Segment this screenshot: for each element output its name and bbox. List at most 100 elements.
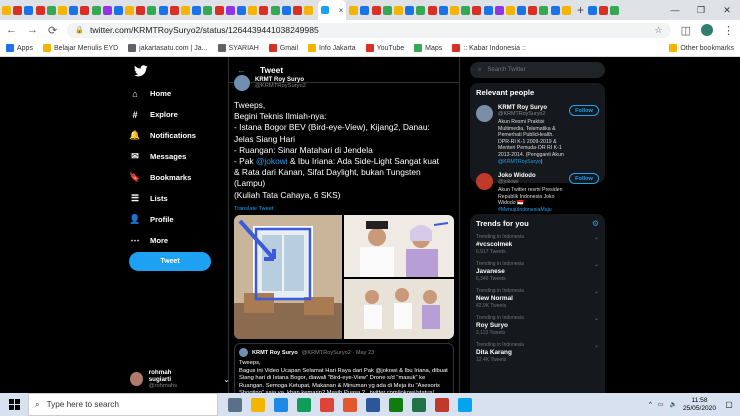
browser-tab-favicon[interactable] — [550, 5, 560, 15]
browser-tab-favicon[interactable] — [203, 5, 213, 15]
chevron-down-icon[interactable]: ⌄ — [594, 342, 599, 349]
browser-tab-favicon[interactable] — [561, 5, 571, 15]
browser-tab-favicon[interactable] — [57, 5, 67, 15]
browser-tab-favicon[interactable] — [113, 5, 123, 15]
browser-tab-favicon[interactable] — [494, 5, 504, 15]
omnibox[interactable]: 🔒 twitter.com/KRMTRoySuryo2/status/12644… — [67, 22, 671, 38]
bio-mention-link[interactable]: #MenujuIndonesiaMaju — [498, 207, 552, 213]
chevron-down-icon[interactable]: ⌄ — [594, 234, 599, 241]
browser-tab-favicon[interactable] — [270, 5, 280, 15]
forward-arrow-icon[interactable]: → — [27, 24, 38, 36]
browser-tab-favicon[interactable] — [472, 5, 482, 15]
chevron-up-icon[interactable]: ^ — [649, 402, 652, 408]
quoted-tweet[interactable]: KRMT Roy Suryo @KRMTRoySuryo2 · May 23 T… — [234, 343, 454, 393]
bookmark-item[interactable]: YouTube — [365, 44, 405, 52]
browser-tab-favicon[interactable] — [371, 5, 381, 15]
browser-tab-favicon[interactable] — [91, 5, 101, 15]
taskbar-app-icon[interactable] — [251, 397, 265, 412]
other-bookmarks[interactable]: Other bookmarks — [669, 44, 734, 52]
clock[interactable]: 11:58 25/05/2020 — [683, 397, 716, 413]
browser-tab-favicon[interactable] — [505, 5, 515, 15]
browser-tab-favicon[interactable] — [236, 5, 246, 15]
browser-tab-favicon[interactable] — [517, 5, 527, 15]
lock-icon[interactable]: 🔒 — [75, 26, 84, 34]
new-tab-button[interactable]: + — [577, 3, 584, 17]
trend-item[interactable]: Trending in Indonesia Roy Suryo 2,113 Twee… — [476, 315, 599, 336]
twitter-bird-icon[interactable] — [133, 65, 148, 80]
notification-icon[interactable]: ▢ — [722, 393, 736, 416]
browser-tab-favicon[interactable] — [181, 5, 190, 15]
bookmark-label[interactable]: Info Jakarta — [319, 45, 356, 52]
bookmark-label[interactable]: :: Kabar Indonesia :: — [463, 45, 526, 52]
search-box[interactable]: ⌕ Search Twitter — [470, 62, 605, 78]
chevron-down-icon[interactable]: ⌄ — [594, 288, 599, 295]
chevron-down-icon[interactable]: ⌄ — [594, 315, 599, 322]
browser-tab-favicon[interactable] — [24, 5, 34, 15]
volume-icon[interactable]: 🔈 — [670, 401, 677, 408]
taskbar-search[interactable]: ⌕ Type here to search — [28, 393, 218, 416]
sidebar-item-notifications[interactable]: 🔔 Notifications — [129, 125, 196, 146]
taskbar-app-icon[interactable] — [274, 397, 288, 412]
browser-tab-favicon[interactable] — [449, 5, 459, 15]
mention-link[interactable]: @jokowi — [256, 156, 288, 166]
chevron-down-icon[interactable]: ⌄ — [594, 261, 599, 268]
taskbar-app-icon[interactable] — [343, 397, 357, 412]
person-handle[interactable]: @KRMTRoySuryo2 — [498, 111, 564, 117]
browser-tab-favicon[interactable] — [158, 5, 168, 15]
bookmark-item[interactable]: Info Jakarta — [308, 44, 356, 52]
bookmark-item[interactable]: SYARIAH — [217, 44, 259, 52]
browser-tab-favicon[interactable] — [169, 5, 179, 15]
follow-button[interactable]: Follow — [569, 173, 599, 185]
browser-tab-favicon[interactable] — [528, 5, 538, 15]
minimize-button[interactable]: — — [662, 5, 688, 15]
search-input[interactable]: Search Twitter — [487, 67, 525, 73]
trend-name[interactable]: Javanese — [476, 268, 599, 275]
browser-tab-favicon[interactable] — [281, 5, 291, 15]
sidebar-item-bookmarks[interactable]: 🔖 Bookmarks — [129, 167, 196, 188]
bookmark-item[interactable]: :: Kabar Indonesia :: — [452, 44, 526, 52]
bookmark-item[interactable]: Apps — [6, 44, 33, 52]
cast-icon[interactable]: ◫ — [681, 24, 691, 37]
bookmark-label[interactable]: YouTube — [377, 45, 405, 52]
extension-icon[interactable] — [588, 5, 598, 15]
bookmark-label[interactable]: Maps — [425, 45, 442, 52]
taskbar-app-icon[interactable] — [320, 397, 334, 412]
sidebar-item-lists[interactable]: ☰ Lists — [130, 188, 196, 209]
browser-tab-favicon[interactable] — [405, 5, 415, 15]
tweet-photo-grid[interactable] — [234, 215, 454, 339]
person-avatar[interactable] — [476, 105, 493, 122]
tweet-author[interactable]: KRMT Roy Suryo @KRMTRoySuryo2 — [234, 75, 306, 91]
browser-tab-favicon[interactable] — [292, 5, 302, 15]
back-arrow-icon[interactable]: ← — [6, 24, 17, 36]
browser-tab-favicon[interactable] — [483, 5, 493, 15]
tweet-button[interactable]: Tweet — [129, 252, 211, 271]
extension-icon[interactable] — [599, 5, 609, 15]
bookmark-label[interactable]: Apps — [17, 45, 33, 52]
browser-tab-favicon[interactable] — [382, 5, 392, 15]
browser-tab-favicon[interactable] — [13, 5, 23, 15]
maximize-button[interactable]: ❐ — [688, 5, 714, 16]
browser-tab-favicon[interactable] — [438, 5, 448, 15]
photo-2[interactable] — [344, 215, 454, 277]
browser-tab-favicon[interactable] — [461, 5, 471, 15]
trend-item[interactable]: Trending in Indonesia New Normal 42.9K Twe… — [476, 288, 599, 309]
follow-button[interactable]: Follow — [569, 105, 599, 116]
browser-tab-favicon[interactable] — [136, 5, 146, 15]
active-tab[interactable]: × — [318, 0, 347, 20]
taskbar-app-icon[interactable] — [458, 397, 472, 412]
bookmark-label[interactable]: Belajar Menulis EYD — [54, 45, 118, 52]
gear-icon[interactable]: ⚙ — [592, 219, 599, 228]
browser-tab-favicon[interactable] — [304, 5, 314, 15]
browser-tab-favicon[interactable] — [147, 5, 157, 15]
taskbar-app-icon[interactable] — [366, 397, 380, 412]
taskbar-app-icon[interactable] — [389, 397, 403, 412]
browser-tab-favicon[interactable] — [394, 5, 403, 15]
other-bookmarks-label[interactable]: Other bookmarks — [680, 45, 734, 52]
sidebar-item-messages[interactable]: ✉ Messages — [130, 146, 196, 167]
browser-tab-favicon[interactable] — [102, 5, 112, 15]
bookmark-item[interactable]: Maps — [414, 44, 442, 52]
trend-name[interactable]: #vcscolmek — [476, 241, 599, 248]
taskbar-search-input[interactable]: Type here to search — [47, 400, 119, 409]
trend-name[interactable]: Roy Suryo — [476, 322, 599, 329]
sidebar-item-explore[interactable]: # Explore — [130, 104, 196, 125]
